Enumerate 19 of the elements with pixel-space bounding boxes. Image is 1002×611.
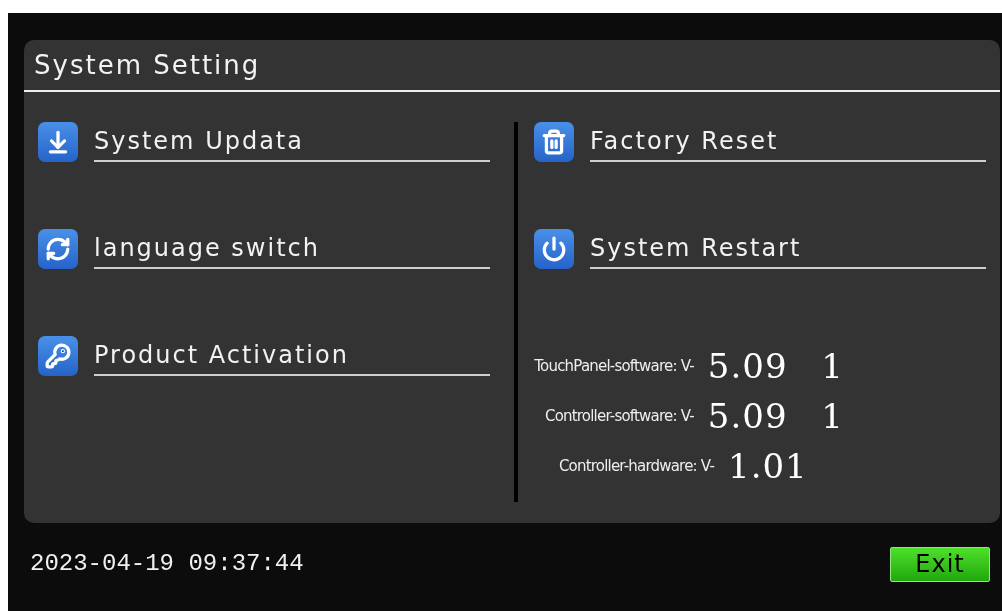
- datetime-text: 2023-04-19 09:37:44: [30, 549, 304, 579]
- trash-icon: [534, 122, 574, 162]
- exit-button[interactable]: Exit: [890, 546, 990, 582]
- setting-button[interactable]: language switch: [94, 231, 490, 269]
- refresh-icon: [38, 229, 78, 269]
- power-icon: [534, 229, 574, 269]
- setting-button[interactable]: Product Activation: [94, 338, 490, 376]
- version-label: TouchPanel-software: V-: [533, 355, 694, 377]
- download-icon: [38, 122, 78, 162]
- setting-button[interactable]: Factory Reset: [590, 124, 986, 162]
- panel-title: System Setting: [33, 49, 262, 82]
- key-icon: [38, 336, 78, 376]
- version-label: Controller-software: V-: [543, 405, 694, 427]
- setting-button[interactable]: System Restart: [590, 231, 986, 269]
- version-value: 1.01: [728, 444, 808, 488]
- version-value: 5.09 1: [707, 394, 844, 438]
- setting-button[interactable]: System Updata: [94, 124, 490, 162]
- version-value: 5.09 1: [707, 344, 844, 388]
- version-label: Controller-hardware: V-: [557, 455, 714, 477]
